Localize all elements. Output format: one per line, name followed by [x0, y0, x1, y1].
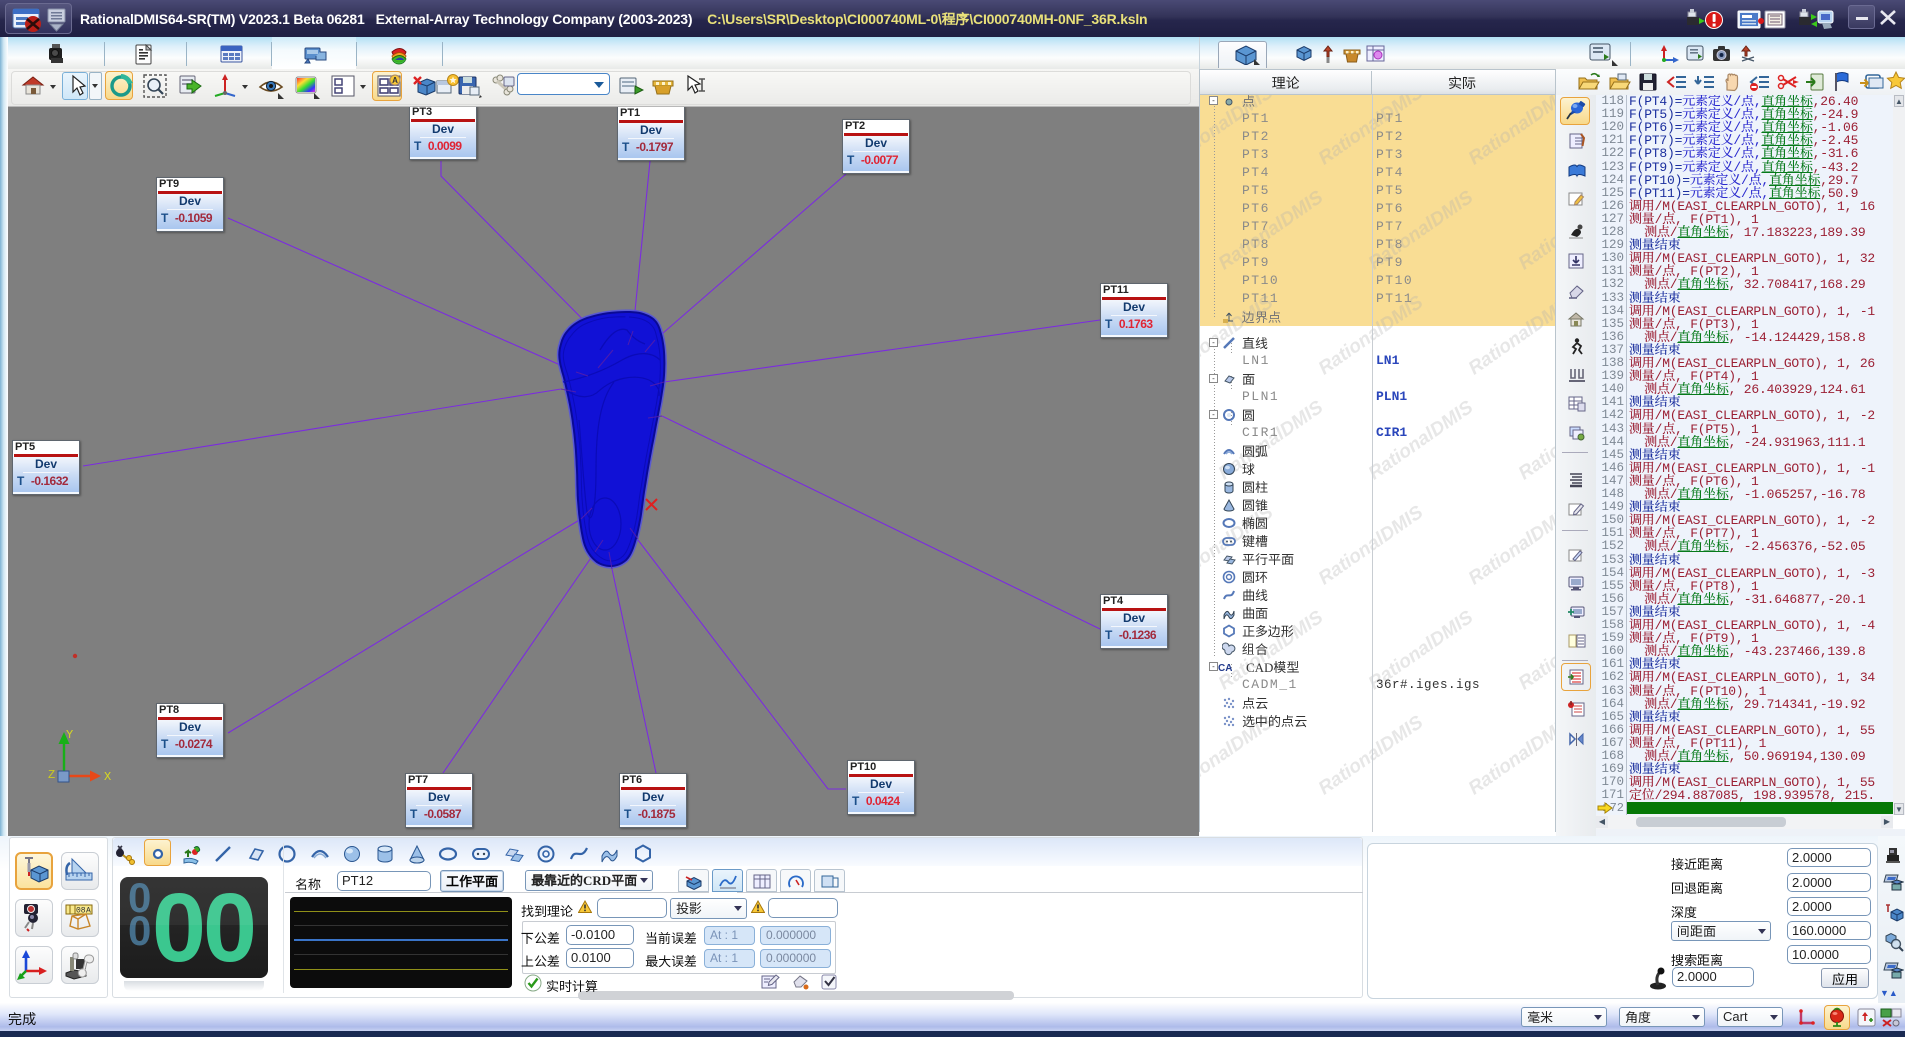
- svg-text:A: A: [392, 76, 398, 85]
- svg-text:Z: Z: [48, 768, 55, 782]
- svg-text:CAD: CAD: [1218, 663, 1232, 674]
- svg-text:X: X: [104, 770, 111, 784]
- svg-text:Y: Y: [66, 728, 73, 742]
